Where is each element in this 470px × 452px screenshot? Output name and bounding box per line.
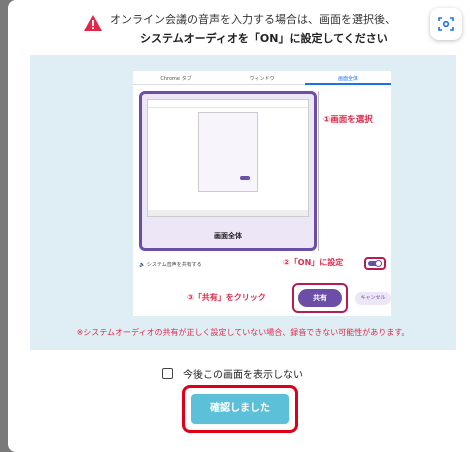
screenshot-icon (438, 17, 454, 31)
cancel-button-preview: キャンセル (355, 292, 391, 305)
warning-note: ※システムオーディオの共有が正しく設定していない場合、録音できない可能性がありま… (76, 328, 410, 337)
preview-tabs: Chrome タブ ウィンドウ 画面全体 (133, 71, 391, 85)
thumbnail-toolbar (148, 100, 308, 108)
warning-triangle-icon (84, 15, 102, 31)
share-highlight: 共有 (292, 283, 348, 313)
preview-tab-window: ウィンドウ (249, 76, 275, 82)
screen-share-guide-modal: オンライン会議の音声を入力する場合は、画面を選択後、 システムオーディオを「ON… (8, 0, 470, 452)
step3-label: ③「共有」をクリック (187, 293, 266, 302)
step2-label: ②「ON」に設定 (283, 258, 344, 267)
system-audio-toggle (364, 257, 386, 270)
step1-connector (318, 91, 319, 251)
toggle-knob (375, 260, 382, 267)
thumbnail-caption: 画面全体 (214, 232, 242, 240)
confirm-button[interactable]: 確認しました (191, 394, 289, 424)
thumbnail-button (240, 176, 250, 180)
system-audio-row: 🔈 システム音声を共有する (139, 261, 202, 268)
active-tab-indicator (305, 83, 391, 85)
preview-tab-entire-screen: 画面全体 (337, 76, 358, 82)
guide-panel: Chrome タブ ウィンドウ 画面全体 画面全体 ①画面を選択 🔈 システム音… (30, 55, 456, 350)
thumbnail-screen (147, 99, 309, 217)
dont-show-again-checkbox[interactable] (162, 368, 173, 379)
share-button-preview: 共有 (298, 289, 342, 307)
speaker-icon: 🔈 (139, 262, 146, 268)
thumbnail-taskbar (148, 210, 308, 216)
thumbnail-window (198, 112, 258, 192)
screenshot-button[interactable] (430, 8, 462, 40)
instruction-line-1: オンライン会議の音声を入力する場合は、画面を選択後、 (110, 13, 396, 26)
system-audio-label: システム音声を共有する (146, 262, 202, 268)
instruction-line-2: システムオーディオを「ON」に設定してください (140, 32, 388, 45)
step1-label: ①画面を選択 (323, 115, 373, 125)
dont-show-again-row[interactable]: 今後この画面を表示しない (162, 366, 303, 381)
entire-screen-thumbnail: 画面全体 (139, 91, 317, 251)
share-dialog-preview: Chrome タブ ウィンドウ 画面全体 画面全体 ①画面を選択 🔈 システム音… (133, 71, 391, 316)
preview-tab-chrome: Chrome タブ (160, 76, 192, 82)
dont-show-again-label[interactable]: 今後この画面を表示しない (183, 366, 303, 381)
